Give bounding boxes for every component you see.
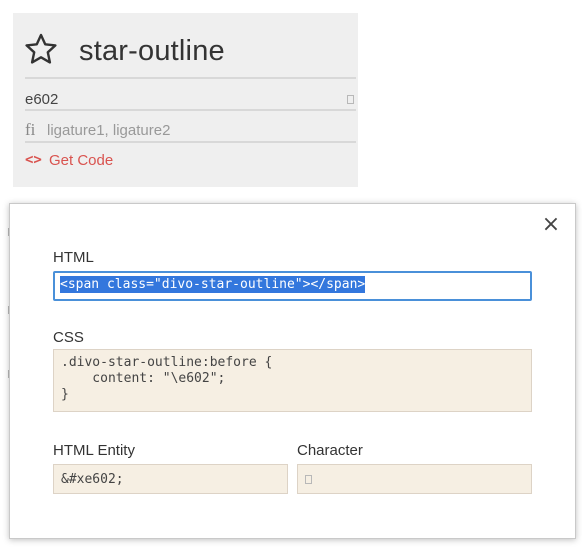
get-code-label[interactable]: Get Code	[49, 152, 113, 169]
html-code-selected-text: <span class="divo-star-outline"></span>	[60, 276, 366, 293]
divider	[25, 141, 356, 143]
html-entity-field[interactable]: &#xe602;	[53, 464, 288, 494]
css-code-field[interactable]: .divo-star-outline:before { content: "\e…	[53, 349, 532, 412]
close-icon[interactable]: ×	[541, 214, 561, 236]
html-code-input[interactable]: <span class="divo-star-outline"></span>	[53, 271, 532, 301]
glyph-preview-icon	[305, 475, 312, 484]
icon-card: star-outline e602 fi ligature1, ligature…	[13, 13, 358, 187]
glyph-preview-icon	[347, 95, 354, 104]
html-label: HTML	[53, 249, 94, 266]
code-icon: <>	[25, 152, 42, 168]
ligature-names[interactable]: ligature1, ligature2	[47, 122, 170, 139]
css-label: CSS	[53, 329, 84, 346]
codepoint-value[interactable]: e602	[25, 91, 58, 108]
character-label: Character	[297, 442, 363, 459]
ligature-row: fi ligature1, ligature2	[25, 117, 170, 143]
get-code-modal: × HTML <span class="divo-star-outline"><…	[9, 203, 576, 539]
character-field[interactable]	[297, 464, 532, 494]
divider	[25, 109, 356, 111]
ligature-icon: fi	[25, 120, 36, 139]
divider	[25, 77, 356, 79]
get-code-link[interactable]: <> Get Code	[25, 149, 113, 171]
star-outline-icon	[25, 33, 57, 70]
html-entity-label: HTML Entity	[53, 442, 135, 459]
icon-title: star-outline	[79, 34, 225, 67]
icon-card-header: star-outline	[25, 31, 225, 71]
